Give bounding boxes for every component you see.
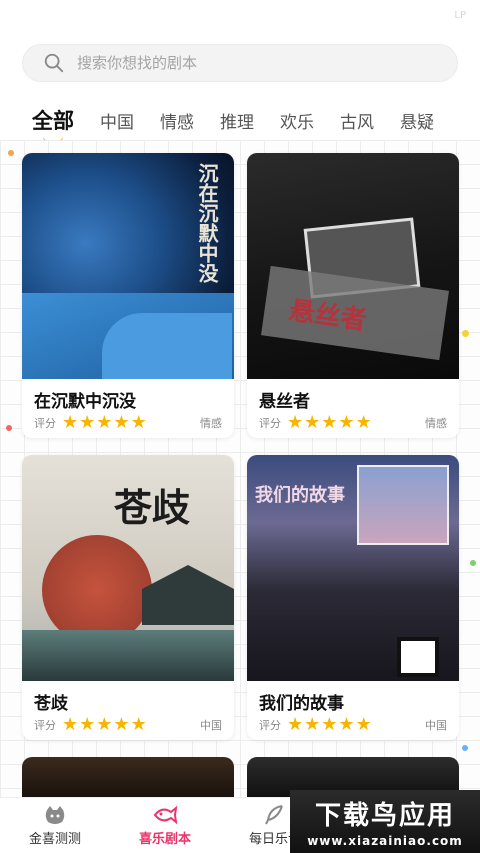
star-icon: ★ [79,714,96,735]
card-meta: 评分 ★ ★ ★ ★ ★ 中国 [259,716,447,734]
tab-all[interactable]: 全部 [32,105,74,135]
tabbar-item-scripts[interactable]: 喜乐剧本 [110,798,220,853]
tabbar-item-test[interactable]: 金喜测测 [0,798,110,853]
star-icon: ★ [355,412,372,433]
rating-stars: ★ ★ ★ ★ ★ [287,414,373,432]
confetti-dot [462,330,469,337]
genre-tag: 中国 [425,719,447,732]
search-bar[interactable] [22,44,458,82]
tabbar-label: 金喜测测 [28,832,81,847]
cover-image: 我们的故事 [247,455,459,681]
script-card[interactable]: 我们的故事 我们的故事 评分 ★ ★ ★ ★ ★ 中国 [247,455,459,740]
watermark: 下载鸟应用 www.xiazainiao.com [290,790,480,853]
feather-icon [265,805,283,825]
star-icon: ★ [130,714,147,735]
category-tabs: 全部 中国 情感 推理 欢乐 古风 悬疑 [0,100,480,140]
cover-image: 沉在沉默中没 [22,153,234,379]
script-card[interactable]: 苍歧 苍歧 评分 ★ ★ ★ ★ ★ 中国 [22,455,234,740]
confetti-dot [6,425,12,431]
star-icon: ★ [96,714,113,735]
script-card[interactable]: 悬丝者 悬丝者 评分 ★ ★ ★ ★ ★ 情感 [247,153,459,438]
rating-label: 评分 [259,417,281,430]
star-icon: ★ [130,412,147,433]
rating-label: 评分 [34,719,56,732]
star-icon: ★ [304,412,321,433]
card-title: 我们的故事 [259,694,344,714]
cover-title-text: 我们的故事 [255,485,345,506]
rating-label: 评分 [34,417,56,430]
script-card[interactable]: 沉在沉默中没 在沉默中沉没 评分 ★ ★ ★ ★ ★ 情感 [22,153,234,438]
card-meta: 评分 ★ ★ ★ ★ ★ 中国 [34,716,222,734]
tab-fun[interactable]: 欢乐 [280,108,314,133]
search-input[interactable] [77,54,417,72]
genre-tag: 中国 [200,719,222,732]
rating-stars: ★ ★ ★ ★ ★ [287,716,373,734]
rating-label: 评分 [259,719,281,732]
card-meta: 评分 ★ ★ ★ ★ ★ 情感 [259,414,447,432]
star-icon: ★ [62,714,79,735]
star-icon: ★ [79,412,96,433]
confetti-dot [8,150,14,156]
rating-stars: ★ ★ ★ ★ ★ [62,716,148,734]
star-icon: ★ [96,412,113,433]
card-meta: 评分 ★ ★ ★ ★ ★ 情感 [34,414,222,432]
card-title: 苍歧 [34,694,68,714]
tab-ancient[interactable]: 古风 [340,108,374,133]
star-icon: ★ [287,714,304,735]
confetti-dot [462,745,468,751]
star-icon: ★ [338,714,355,735]
star-icon: ★ [287,412,304,433]
star-icon: ★ [113,714,130,735]
star-icon: ★ [355,714,372,735]
star-icon: ★ [338,412,355,433]
star-icon: ★ [113,412,130,433]
cover-title-text: 沉在沉默中没 [195,163,219,283]
genre-tag: 情感 [425,417,447,430]
fish-icon [153,805,178,825]
cat-icon [45,806,65,824]
tab-china[interactable]: 中国 [100,108,134,133]
tabbar-label: 喜乐剧本 [138,832,191,847]
tab-emotion[interactable]: 情感 [160,108,194,133]
tab-reasoning[interactable]: 推理 [220,108,254,133]
search-icon [44,53,64,73]
rating-stars: ★ ★ ★ ★ ★ [62,414,148,432]
star-icon: ★ [62,412,79,433]
star-icon: ★ [304,714,321,735]
confetti-dot [470,560,476,566]
tab-suspense[interactable]: 悬疑 [400,108,434,133]
watermark-title: 下载鸟应用 [314,801,455,831]
genre-tag: 情感 [200,417,222,430]
cover-image: 苍歧 [22,455,234,681]
watermark-url: www.xiazainiao.com [307,834,463,848]
card-title: 在沉默中沉没 [34,392,136,412]
cover-title-text: 苍歧 [114,485,191,530]
corner-text: LP [454,10,466,21]
star-icon: ★ [321,714,338,735]
cover-image: 悬丝者 [247,153,459,379]
script-card-partial[interactable] [22,757,234,797]
card-title: 悬丝者 [259,392,310,412]
star-icon: ★ [321,412,338,433]
